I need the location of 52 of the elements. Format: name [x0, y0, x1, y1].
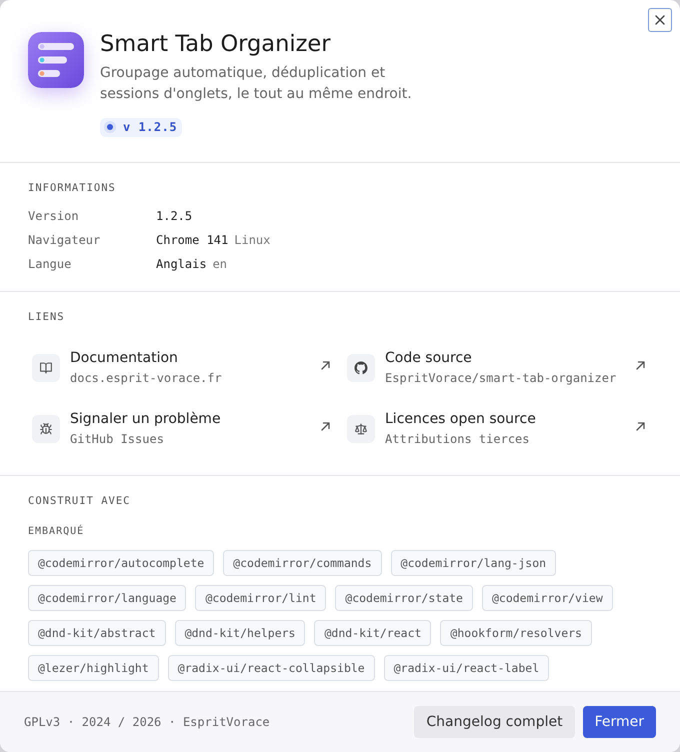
diagonal-arrow-icon: [321, 361, 330, 370]
package-tag: @radix-ui/react-collapsible: [168, 654, 375, 680]
link-title[interactable]: Signaler un problème: [70, 409, 221, 429]
info-value: Chrome 141: [156, 232, 228, 248]
package-tag: @hookform/resolvers: [440, 620, 592, 646]
info-label: Navigateur: [28, 232, 102, 248]
link-url: GitHub Issues: [70, 431, 164, 448]
dot-icon: [104, 121, 116, 133]
package-tag: @codemirror/commands: [223, 550, 382, 576]
link-url: EspritVorace/smart-tab-organizer: [385, 370, 616, 387]
package-tag: @radix-ui/react-label: [384, 654, 550, 680]
footer-text: GPLv3 · 2024 / 2026 · EspritVorace: [24, 714, 270, 731]
package-tag: @codemirror/lang-json: [390, 550, 556, 576]
diagonal-arrow-icon: [636, 361, 645, 370]
link-title[interactable]: Documentation: [70, 348, 178, 368]
github-icon: [347, 354, 375, 382]
info-detail: en: [212, 256, 228, 272]
link-title[interactable]: Code source: [385, 348, 472, 368]
section-heading: LIENS: [28, 310, 66, 324]
bug-icon: [32, 414, 60, 442]
subsection-heading: EMBARQUÉ: [28, 524, 86, 538]
book-icon: [32, 354, 60, 382]
package-tag: @codemirror/lint: [195, 584, 326, 610]
info-label: Langue: [28, 256, 72, 272]
diagonal-arrow-icon: [321, 422, 330, 431]
app-logo-icon: [28, 32, 84, 88]
link-title[interactable]: Licences open source: [385, 409, 536, 429]
info-detail: Linux: [234, 232, 270, 248]
changelog-button[interactable]: Changelog complet: [414, 706, 575, 738]
diagonal-arrow-icon: [636, 422, 645, 431]
section-heading: INFORMATIONS: [28, 180, 117, 194]
close-button[interactable]: [648, 8, 672, 32]
package-tag: @codemirror/state: [335, 584, 473, 610]
close-icon: [655, 15, 665, 25]
app-title: Smart Tab Organizer: [100, 30, 332, 58]
info-value: 1.2.5: [156, 208, 192, 224]
package-tag: @codemirror/view: [482, 584, 613, 610]
link-url: Attributions tierces: [385, 431, 530, 448]
package-tag: @codemirror/autocomplete: [28, 550, 214, 576]
app-description: Groupage automatique, déduplication et sessions d'onglets, le tout au même endroit.: [100, 64, 413, 104]
scale-icon: [347, 414, 375, 442]
info-label: Version: [28, 208, 80, 224]
package-tag: @codemirror/language: [28, 584, 186, 610]
package-tag: @dnd-kit/abstract: [28, 620, 166, 646]
section-heading: CONSTRUIT AVEC: [28, 494, 132, 508]
close-dialog-button[interactable]: Fermer: [582, 706, 656, 738]
package-tag: @dnd-kit/helpers: [174, 620, 306, 646]
link-url: docs.esprit-vorace.fr: [70, 370, 222, 387]
info-value: Anglais: [156, 256, 207, 272]
version-label: v 1.2.5: [123, 119, 178, 135]
package-tag: @dnd-kit/react: [314, 620, 432, 646]
package-tag: @lezer/highlight: [28, 654, 159, 680]
